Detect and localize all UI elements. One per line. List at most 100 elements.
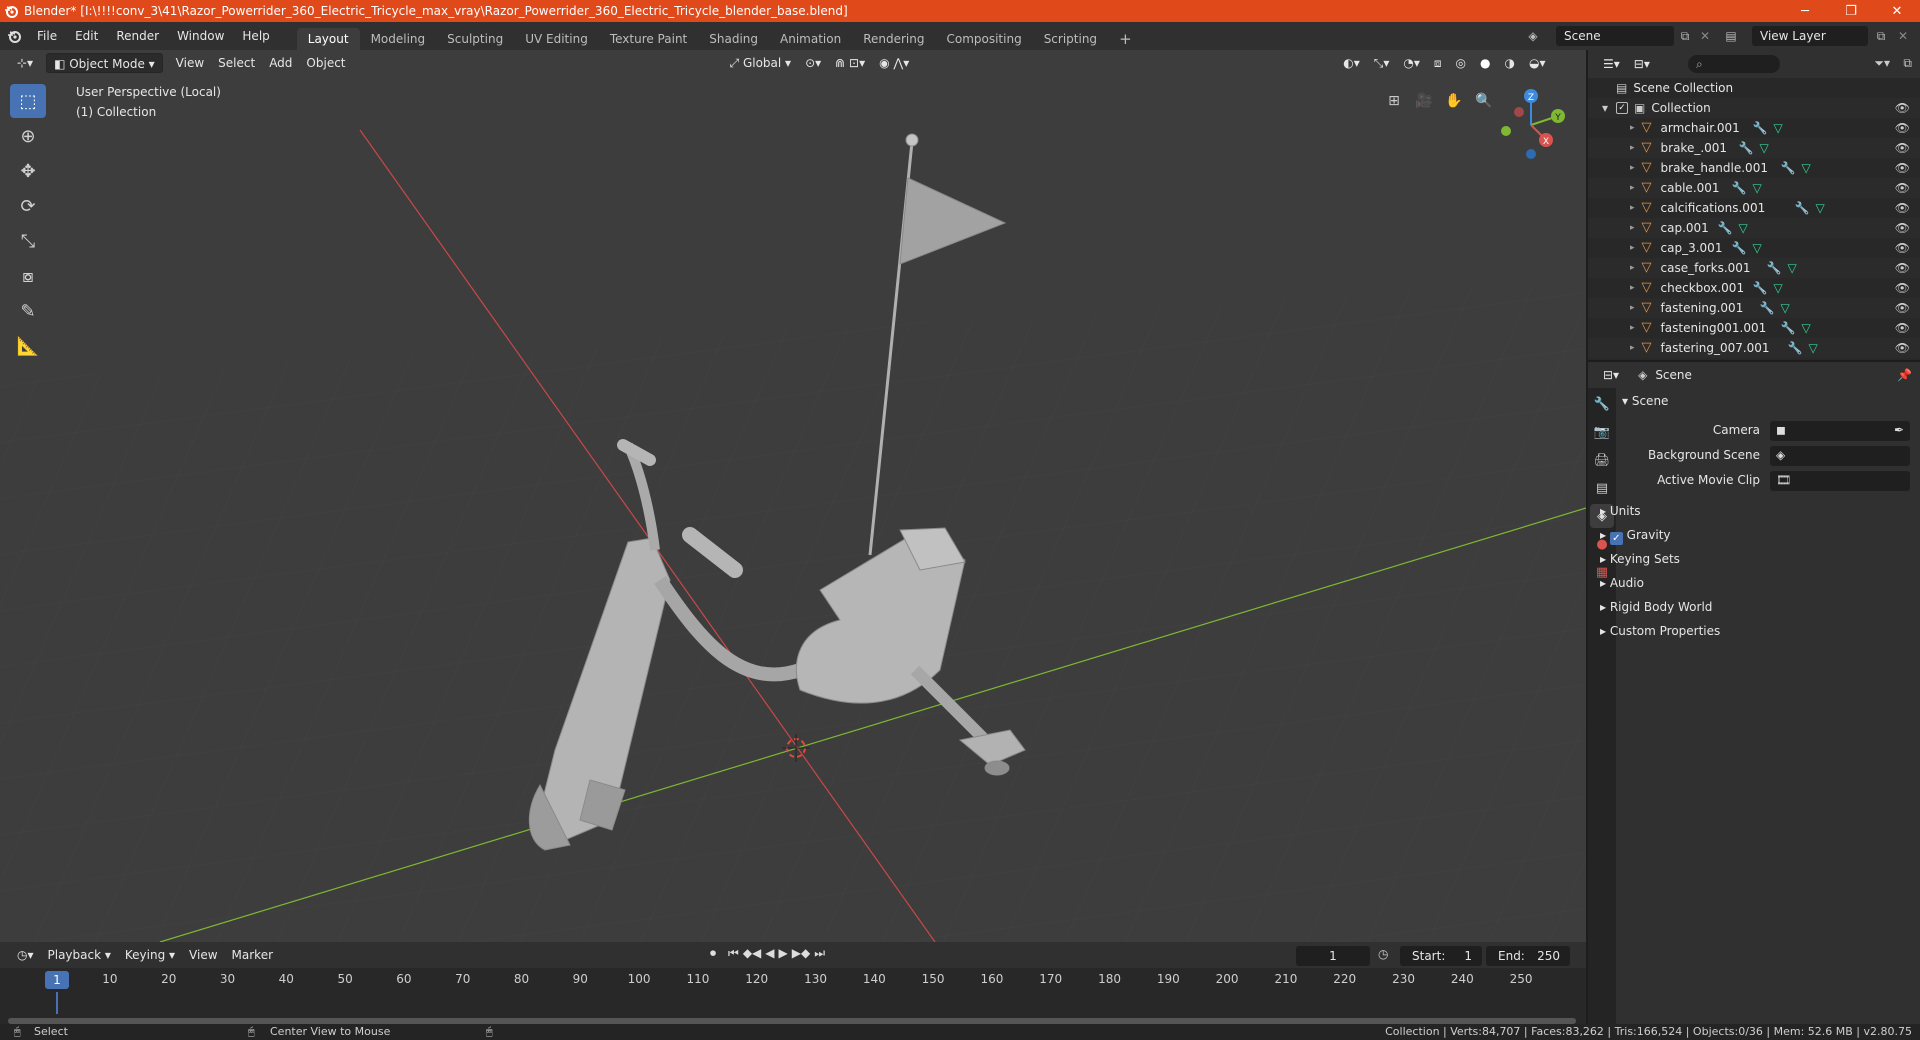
chevron-right-icon[interactable]: ▸ (1630, 343, 1635, 353)
camera-field[interactable]: ◼ ✒ (1770, 421, 1910, 441)
background-scene-field[interactable]: ◈ (1770, 446, 1910, 466)
tab-sculpting[interactable]: Sculpting (436, 28, 514, 50)
chevron-right-icon[interactable]: ▸ (1630, 283, 1635, 293)
editor-type-icon[interactable]: ⊹▾ (10, 53, 40, 73)
tab-modeling[interactable]: Modeling (360, 28, 437, 50)
menu-add[interactable]: Add (262, 53, 299, 73)
outliner-object-row[interactable]: ▸ ▽ cap.001 🔧 ▽ 👁 (1588, 218, 1920, 238)
mesh-data-icon[interactable]: ▽ (1773, 121, 1782, 135)
overlays-icon[interactable]: ◔▾ (1396, 53, 1427, 73)
jump-end-icon[interactable]: ⏭ (814, 946, 825, 961)
eye-icon[interactable]: 👁 (1895, 261, 1910, 275)
outliner-editor-type-icon[interactable]: ☰▾ (1596, 54, 1627, 74)
close-button[interactable]: ✕ (1874, 0, 1920, 22)
chevron-right-icon[interactable]: ▸ (1630, 123, 1635, 133)
rendered-shading-icon[interactable]: ◒▾ (1522, 53, 1553, 73)
mesh-data-icon[interactable]: ▽ (1759, 141, 1768, 155)
eye-icon[interactable]: 👁 (1895, 281, 1910, 295)
menu-view[interactable]: View (169, 53, 211, 73)
chevron-right-icon[interactable]: ▸ (1630, 323, 1635, 333)
toggle-ortho-icon[interactable]: ⊞ (1381, 88, 1407, 114)
delete-scene-icon[interactable]: ✕ (1696, 28, 1714, 44)
tab-shading[interactable]: Shading (698, 28, 769, 50)
new-scene-icon[interactable]: ⧉ (1676, 28, 1694, 44)
active-movie-clip-field[interactable]: 🎞 (1770, 471, 1910, 491)
mesh-data-icon[interactable]: ▽ (1773, 281, 1782, 295)
outliner-object-row[interactable]: ▸ ▽ fastering_007.001 🔧 ▽ 👁 (1588, 338, 1920, 358)
outliner-object-row[interactable]: ▸ ▽ fastening001.001 🔧 ▽ 👁 (1588, 318, 1920, 338)
wrench-modifier-icon[interactable]: 🔧 (1732, 241, 1747, 255)
minimize-button[interactable]: ─ (1782, 0, 1828, 22)
chevron-right-icon[interactable]: ▸ (1630, 183, 1635, 193)
clock-icon[interactable]: ◷ (1378, 947, 1388, 961)
eye-icon[interactable]: 👁 (1895, 301, 1910, 315)
chevron-right-icon[interactable]: ▸ (1630, 303, 1635, 313)
view-layer-icon[interactable]: ▤ (1722, 28, 1740, 44)
filter-icon[interactable]: ⏷▾ (1874, 56, 1890, 71)
gravity-subpanel[interactable]: ▸ ✓ Gravity (1600, 524, 1904, 546)
eye-icon[interactable]: 👁 (1895, 141, 1910, 155)
mesh-data-icon[interactable]: ▽ (1787, 261, 1796, 275)
rigid-body-world-subpanel[interactable]: ▸ Rigid Body World (1600, 596, 1904, 618)
pin-icon[interactable]: 📌 (1897, 368, 1912, 382)
chevron-right-icon[interactable]: ▸ (1630, 223, 1635, 233)
transform-icon[interactable]: ⧇ (10, 259, 46, 293)
wrench-modifier-icon[interactable]: 🔧 (1732, 181, 1747, 195)
proportional-editing-icon[interactable]: ◉ ⋀▾ (872, 53, 916, 73)
current-frame-field[interactable]: 1 (1296, 946, 1370, 966)
eye-icon[interactable]: 👁 (1895, 201, 1910, 215)
playhead-frame-indicator[interactable]: 1 (45, 971, 69, 989)
delete-view-layer-icon[interactable]: ✕ (1894, 28, 1912, 44)
3d-viewport[interactable]: ⊹▾ ◧ Object Mode ▾ View Select Add Objec… (0, 50, 1586, 942)
eye-icon[interactable]: 👁 (1895, 341, 1910, 355)
menu-marker[interactable]: Marker (225, 945, 280, 965)
mesh-data-icon[interactable]: ▽ (1780, 301, 1789, 315)
snap-icon[interactable]: ⋒ ⊡▾ (828, 53, 872, 73)
prev-keyframe-icon[interactable]: ◆◀ (743, 946, 761, 961)
units-subpanel[interactable]: ▸ Units (1600, 500, 1904, 522)
menu-keying[interactable]: Keying ▾ (118, 945, 182, 965)
collection-checkbox[interactable]: ✓ (1616, 102, 1629, 114)
outliner-object-row[interactable]: ▸ ▽ case_forks.001 🔧 ▽ 👁 (1588, 258, 1920, 278)
pan-hand-icon[interactable]: ✋ (1441, 88, 1467, 114)
chevron-right-icon[interactable]: ▸ (1630, 143, 1635, 153)
mesh-data-icon[interactable]: ▽ (1738, 221, 1747, 235)
outliner-object-row[interactable]: ▸ ▽ brake_handle.001 🔧 ▽ 👁 (1588, 158, 1920, 178)
properties-editor-type-icon[interactable]: ⊟▾ (1596, 365, 1626, 385)
rotate-icon[interactable]: ⟳ (10, 189, 46, 223)
eye-icon[interactable]: 👁 (1895, 121, 1910, 135)
start-frame-field[interactable]: Start: 1 (1400, 946, 1482, 966)
tab-scripting[interactable]: Scripting (1033, 28, 1108, 50)
mesh-data-icon[interactable]: ▽ (1801, 161, 1810, 175)
gizmo-toggle-icon[interactable]: ⤡▾ (1367, 53, 1397, 73)
end-frame-field[interactable]: End: 250 (1486, 946, 1570, 966)
wrench-modifier-icon[interactable]: 🔧 (1718, 221, 1733, 235)
new-collection-icon[interactable]: ⧉ (1903, 56, 1912, 71)
blender-menu-icon[interactable] (0, 22, 28, 50)
wireframe-shading-icon[interactable]: ◎ (1449, 53, 1473, 73)
mesh-data-icon[interactable]: ▽ (1808, 341, 1817, 355)
timeline-editor-type-icon[interactable]: ◷▾ (10, 945, 41, 965)
eye-icon[interactable]: 👁 (1895, 161, 1910, 175)
menu-object[interactable]: Object (299, 53, 352, 73)
navigation-gizmo[interactable]: Z Y X (1490, 84, 1572, 166)
next-keyframe-icon[interactable]: ▶◆ (792, 946, 810, 961)
visibility-icon[interactable]: ◐▾ (1336, 53, 1367, 73)
new-view-layer-icon[interactable]: ⧉ (1872, 28, 1890, 44)
measure-icon[interactable]: 📐 (10, 329, 46, 363)
eye-icon[interactable]: 👁 (1895, 321, 1910, 335)
scene-collection-row[interactable]: ▤ Scene Collection (1588, 78, 1920, 98)
tab-layout[interactable]: Layout (296, 28, 360, 50)
cursor-icon[interactable]: ⊕ (10, 119, 46, 153)
maximize-button[interactable]: ❐ (1828, 0, 1874, 22)
scene-name-field[interactable]: Scene (1556, 26, 1674, 46)
display-mode-icon[interactable]: ⊟▾ (1627, 54, 1657, 74)
audio-subpanel[interactable]: ▸ Audio (1600, 572, 1904, 594)
wrench-modifier-icon[interactable]: 🔧 (1753, 281, 1768, 295)
tab-rendering[interactable]: Rendering (852, 28, 935, 50)
menu-edit[interactable]: Edit (66, 22, 107, 50)
wrench-modifier-icon[interactable]: 🔧 (1781, 161, 1796, 175)
outliner-object-row[interactable]: ▸ ▽ armchair.001 🔧 ▽ 👁 (1588, 118, 1920, 138)
chevron-right-icon[interactable]: ▸ (1630, 203, 1635, 213)
outliner-object-row[interactable]: ▸ ▽ calcifications.001 🔧 ▽ 👁 (1588, 198, 1920, 218)
